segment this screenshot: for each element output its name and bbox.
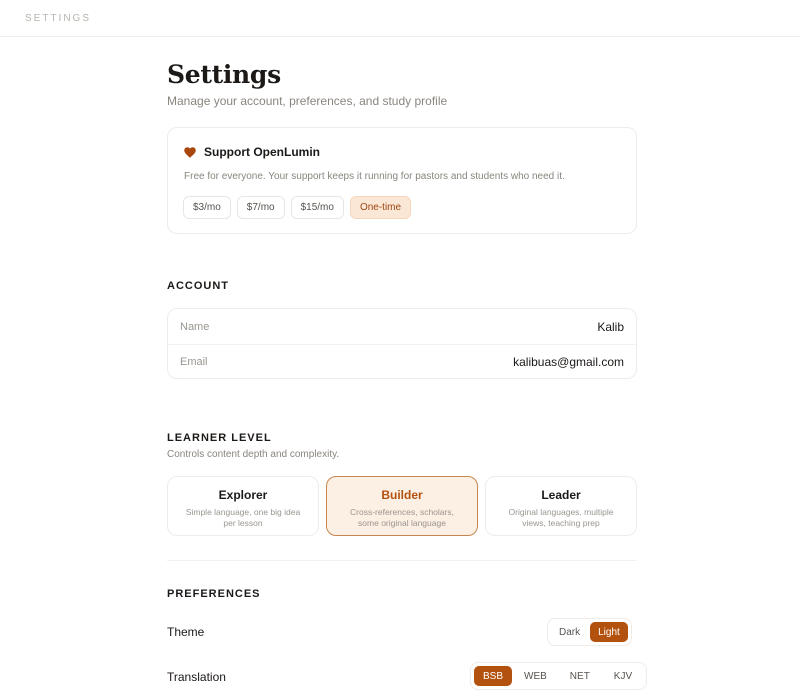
- translation-label: Translation: [167, 670, 226, 684]
- heart-icon: [184, 146, 196, 158]
- level-description: Cross-references, scholars, some origina…: [350, 507, 454, 528]
- level-name: Leader: [541, 488, 581, 502]
- support-description: Free for everyone. Your support keeps it…: [184, 171, 565, 182]
- level-description: Original languages, multiple views, teac…: [508, 507, 614, 528]
- email-label: Email: [180, 356, 208, 368]
- learner-level-heading: LEARNER LEVEL: [167, 432, 272, 444]
- level-option-builder[interactable]: Builder Cross-references, scholars, some…: [326, 476, 478, 536]
- level-option-leader[interactable]: Leader Original languages, multiple view…: [485, 476, 637, 536]
- page-title: Settings: [167, 60, 281, 89]
- tier-15-monthly-button[interactable]: $15/mo: [290, 196, 344, 219]
- top-bar: SETTINGS: [0, 0, 800, 37]
- top-bar-title: SETTINGS: [25, 13, 92, 24]
- name-label: Name: [180, 320, 210, 333]
- name-row: Name Kalib: [168, 309, 636, 344]
- translation-option-web[interactable]: WEB: [514, 666, 557, 686]
- page-subtitle: Manage your account, preferences, and st…: [167, 94, 448, 108]
- level-name: Explorer: [218, 488, 268, 502]
- support-tiers: $3/mo $7/mo $15/mo One-time: [183, 196, 412, 219]
- translation-option-kjv[interactable]: KJV: [603, 666, 643, 686]
- tier-7-monthly-button[interactable]: $7/mo: [236, 196, 285, 219]
- translation-option-net[interactable]: NET: [559, 666, 601, 686]
- level-name: Builder: [381, 488, 423, 502]
- section-divider: [167, 560, 637, 561]
- account-card: Name Kalib Email kalibuas@gmail.com: [167, 308, 637, 379]
- email-value[interactable]: kalibuas@gmail.com: [513, 355, 624, 369]
- name-value[interactable]: Kalib: [597, 320, 624, 334]
- support-header: Support OpenLumin: [184, 145, 320, 159]
- learner-level-description: Controls content depth and complexity.: [167, 449, 340, 460]
- translation-option-bsb[interactable]: BSB: [474, 666, 513, 686]
- support-title: Support OpenLumin: [204, 145, 320, 159]
- support-card: Support OpenLumin Free for everyone. You…: [167, 127, 637, 234]
- account-heading: ACCOUNT: [167, 280, 229, 292]
- theme-option-light[interactable]: Light: [590, 622, 628, 642]
- email-row: Email kalibuas@gmail.com: [168, 344, 636, 379]
- preferences-heading: PREFERENCES: [167, 588, 261, 600]
- tier-3-monthly-button[interactable]: $3/mo: [183, 196, 231, 219]
- theme-label: Theme: [167, 625, 205, 639]
- level-option-explorer[interactable]: Explorer Simple language, one big idea p…: [167, 476, 319, 536]
- theme-toggle: Dark Light: [547, 618, 632, 646]
- learner-level-options: Explorer Simple language, one big idea p…: [167, 476, 637, 536]
- translation-selector: BSB WEB NET KJV: [470, 662, 648, 690]
- level-description: Simple language, one big idea per lesson: [185, 507, 301, 528]
- tier-one-time-button[interactable]: One-time: [349, 196, 412, 219]
- theme-option-dark[interactable]: Dark: [551, 622, 588, 642]
